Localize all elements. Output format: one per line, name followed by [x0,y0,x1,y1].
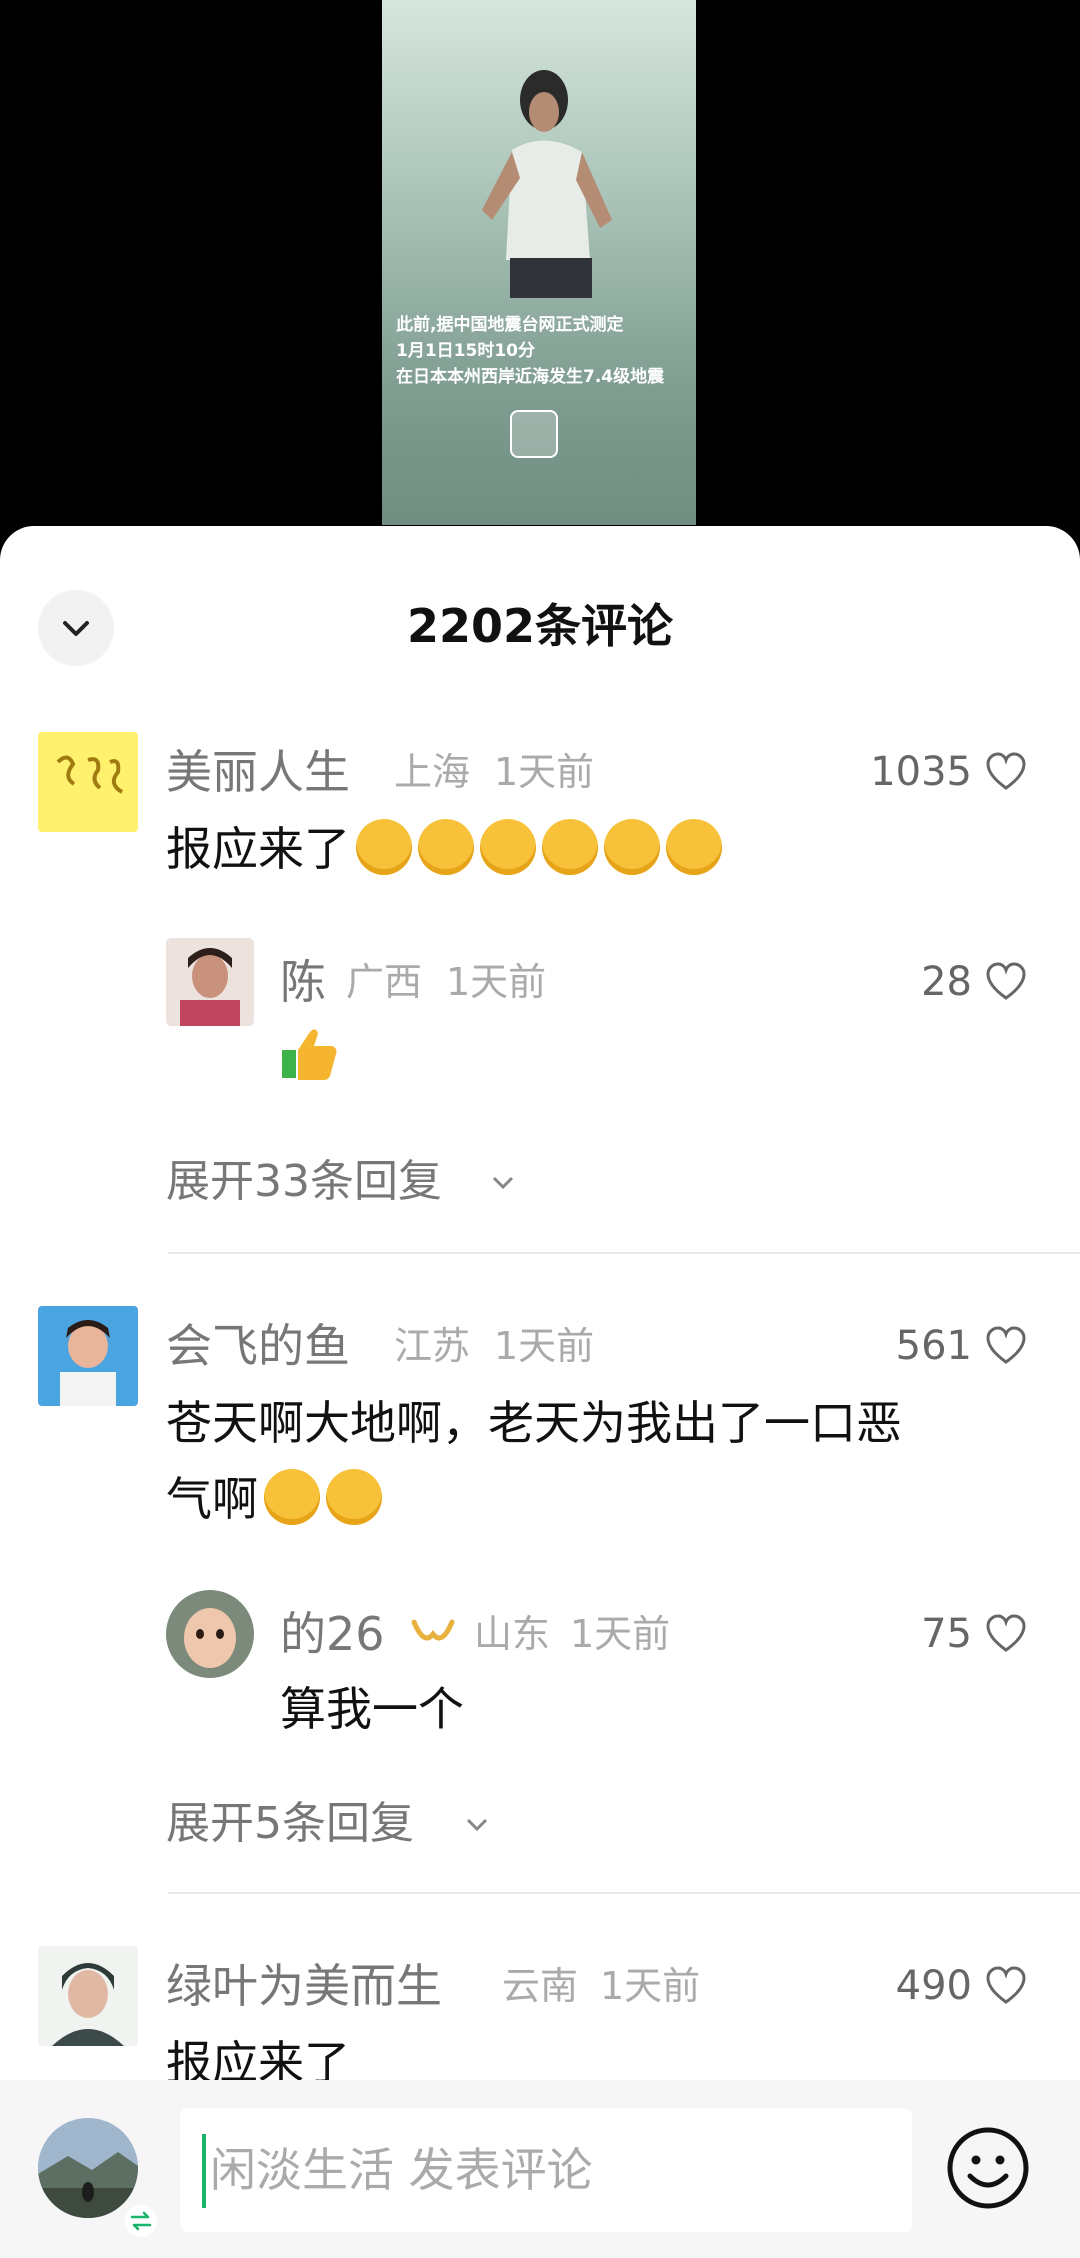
reply-author-name[interactable]: 陈 [280,952,326,1012]
grinning-emoji [264,1468,320,1525]
text-cursor [202,2134,206,2208]
reply-avatar[interactable] [166,1590,254,1678]
like-count: 28 [921,959,972,1005]
caption-line: 1月1日15时10分 [396,341,535,361]
grinning-emoji [326,1468,382,1525]
divider [168,1892,1080,1894]
chevron-down-icon[interactable] [488,1168,518,1198]
comment-composer-bar: 闲淡生活 发表评论 [0,2080,1080,2258]
comment-time: 1天前 [494,1324,595,1368]
like-count: 561 [895,1323,972,1369]
divider [168,1252,1080,1254]
reply-avatar[interactable] [166,938,254,1026]
avatar[interactable] [38,1306,138,1406]
expand-replies-button[interactable]: 展开5条回复 [166,1794,414,1854]
comment-count-title: 2202条评论 [406,599,674,653]
thumbs-up-emoji [282,1029,337,1080]
avatar-image [38,732,138,832]
video-player[interactable]: 此前,据中国地震台网正式测定 1月1日15时10分 在日本本州西岸近海发生7.4… [0,0,1080,560]
crying-laughing-emoji [666,818,722,875]
crying-laughing-emoji [604,818,660,875]
avatar-image [38,1946,138,2046]
comment-time: 1天前 [494,750,595,794]
comment-location: 江苏 [394,1324,471,1368]
comment-time: 1天前 [600,1964,701,2008]
comment-text: 苍天啊大地啊，老天为我出了一口恶 [166,1396,902,1450]
my-avatar[interactable] [38,2118,138,2218]
comment-location: 云南 [502,1964,579,2008]
video-frame[interactable]: 此前,据中国地震台网正式测定 1月1日15时10分 在日本本州西岸近海发生7.4… [382,0,696,525]
comment-input-placeholder: 闲淡生活 发表评论 [210,2143,593,2197]
comment-item: 美丽人生 上海 1天前 1035 报应来了 陈 广西 1天前 28 展开33条回… [0,726,1080,1316]
reply-location: 山东 [474,1612,551,1656]
like-count: 75 [921,1611,972,1657]
reply-location: 广西 [346,960,423,1004]
avatar-image [38,2118,138,2218]
like-count: 1035 [870,749,972,795]
comment-text-content: 报应来了 [166,822,350,876]
crying-laughing-emoji [542,818,598,875]
crying-laughing-emoji [480,818,536,875]
heart-icon[interactable] [984,750,1028,794]
like-count: 490 [895,1963,972,2009]
comment-text: 报应来了 [166,816,722,882]
comments-sheet: 2202条评论 美丽人生 上海 1天前 1035 报应来了 陈 广西 1天前 2… [0,526,1080,2258]
avatar-image [166,938,254,1026]
avatar-image [166,1590,254,1678]
comment-author-name[interactable]: 美丽人生 [166,742,350,802]
heart-icon[interactable] [984,1612,1028,1656]
heart-icon[interactable] [984,1324,1028,1368]
vip-badge-icon [411,1619,455,1641]
caption-line: 此前,据中国地震台网正式测定 [396,315,624,335]
comment-text: 气啊 [166,1466,382,1532]
avatar-image [38,1306,138,1406]
comment-input[interactable]: 闲淡生活 发表评论 [180,2108,912,2232]
comment-text-content: 气啊 [166,1472,258,1526]
crying-laughing-emoji [418,818,474,875]
crying-laughing-emoji [356,818,412,875]
reply-text: 算我一个 [280,1682,464,1736]
chevron-down-icon[interactable] [462,1810,492,1840]
reply-time: 1天前 [446,960,547,1004]
comment-item: 会飞的鱼 江苏 1天前 561 苍天啊大地啊，老天为我出了一口恶 气啊 的26 … [0,1300,1080,1880]
comment-author-name[interactable]: 绿叶为美而生 [166,1956,442,2016]
video-watermark-logo [510,410,558,458]
caption-line: 在日本本州西岸近海发生7.4级地震 [396,367,665,387]
avatar[interactable] [38,1946,138,2046]
switch-account-icon[interactable] [124,2204,158,2238]
reply-author-name[interactable]: 的26 [280,1604,385,1664]
emoji-icon[interactable] [944,2124,1032,2212]
video-caption: 此前,据中国地震台网正式测定 1月1日15时10分 在日本本州西岸近海发生7.4… [396,312,686,390]
comment-location: 上海 [394,750,471,794]
heart-icon[interactable] [984,960,1028,1004]
expand-replies-button[interactable]: 展开33条回复 [166,1152,442,1212]
heart-icon[interactable] [984,1964,1028,2008]
reply-time: 1天前 [570,1612,671,1656]
avatar[interactable] [38,732,138,832]
comment-author-name[interactable]: 会飞的鱼 [166,1316,350,1376]
